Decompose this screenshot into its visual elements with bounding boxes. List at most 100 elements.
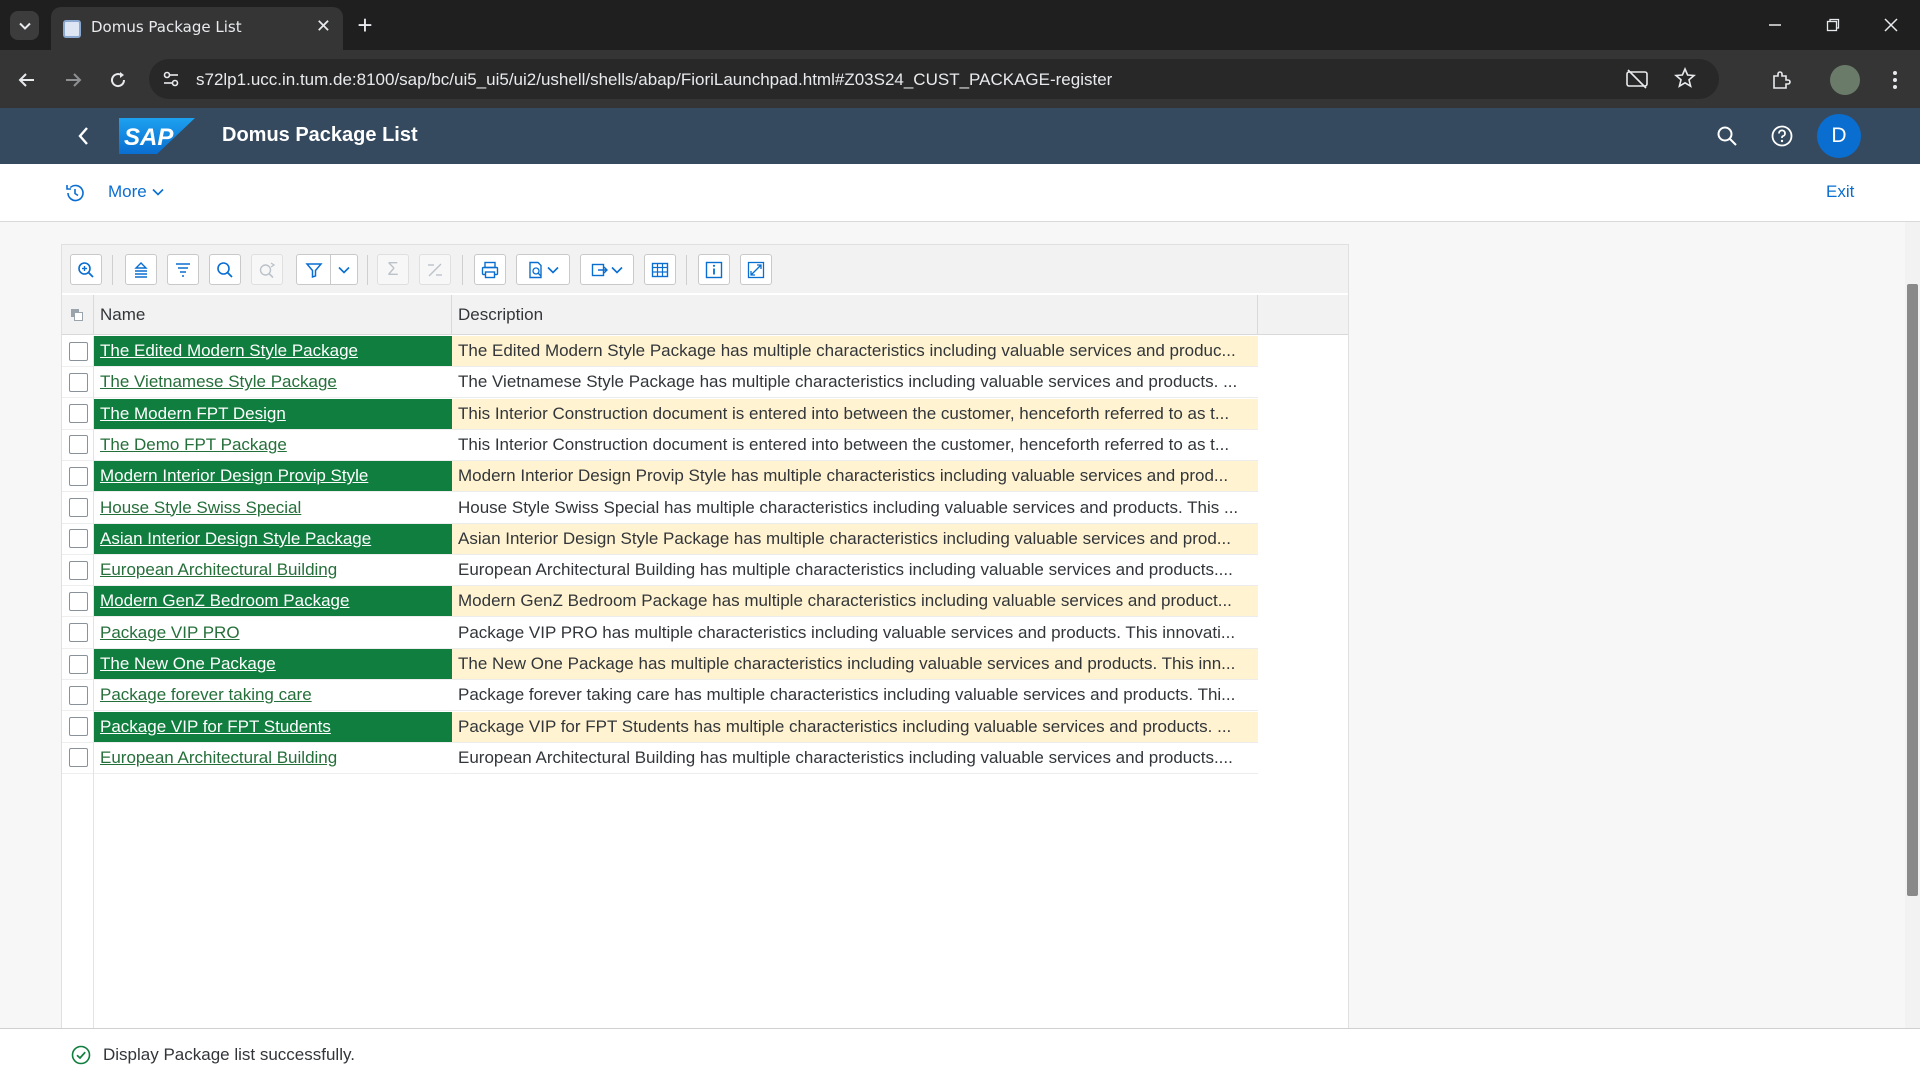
table-row[interactable]: The Edited Modern Style Package The Edite…	[62, 336, 1258, 367]
table-row[interactable]: Package forever taking care Package forev…	[62, 680, 1258, 712]
arrow-right-icon	[66, 73, 82, 87]
window-restore-button[interactable]	[1818, 10, 1848, 40]
toolbar-separator	[367, 255, 368, 285]
find-button[interactable]	[209, 254, 241, 285]
table-row[interactable]: The Modern FPT Design This Interior Const…	[62, 398, 1258, 430]
package-description-cell: House Style Swiss Special has multiple c…	[452, 492, 1258, 524]
print-button[interactable]	[474, 254, 506, 285]
package-name-link[interactable]: Modern GenZ Bedroom Package	[94, 586, 452, 618]
row-checkbox[interactable]	[68, 529, 88, 549]
package-name-link[interactable]: European Architectural Building	[94, 742, 452, 774]
row-checkbox[interactable]	[68, 685, 88, 705]
sort-descending-button[interactable]	[167, 254, 199, 285]
search-icon[interactable]	[1715, 124, 1739, 148]
bookmark-star-icon[interactable]	[1673, 66, 1697, 90]
address-bar[interactable]: s72lp1.ucc.in.tum.de:8100/sap/bc/ui5_ui5…	[149, 59, 1719, 99]
help-icon[interactable]	[1770, 124, 1794, 148]
package-description-cell: European Architectural Building has mult…	[452, 742, 1258, 774]
table-row[interactable]: Modern Interior Design Provip Style Moder…	[62, 461, 1258, 493]
export-dropdown-button[interactable]	[580, 254, 634, 285]
package-name-link[interactable]: Asian Interior Design Style Package	[94, 523, 452, 555]
row-checkbox[interactable]	[68, 654, 88, 674]
row-select-cell	[62, 555, 94, 587]
package-name-link[interactable]: Package VIP for FPT Students	[94, 711, 452, 743]
filter-dropdown-button[interactable]	[296, 254, 358, 285]
package-name-link[interactable]: The Vietnamese Style Package	[94, 367, 452, 399]
package-name-link[interactable]: Package forever taking care	[94, 680, 452, 712]
table-row[interactable]: The Vietnamese Style Package The Vietname…	[62, 367, 1258, 399]
camera-blocked-icon[interactable]	[1625, 68, 1649, 90]
table-row[interactable]: Asian Interior Design Style Package Asian…	[62, 523, 1258, 555]
site-info-icon[interactable]	[161, 69, 181, 89]
browser-forward-button[interactable]	[58, 65, 88, 95]
package-name-link[interactable]: European Architectural Building	[94, 555, 452, 587]
fullscreen-button[interactable]	[740, 254, 772, 285]
total-button[interactable]: Σ	[377, 254, 409, 285]
package-name-link[interactable]: The Modern FPT Design	[94, 398, 452, 430]
sap-logo[interactable]: SAP	[119, 118, 195, 154]
new-tab-button[interactable]: +	[350, 10, 380, 40]
profile-avatar[interactable]	[1830, 65, 1860, 95]
column-header-name[interactable]: Name	[94, 295, 452, 335]
table-row[interactable]: House Style Swiss Special House Style Swi…	[62, 492, 1258, 524]
find-next-button[interactable]	[251, 254, 283, 285]
package-name-link[interactable]: The Edited Modern Style Package	[94, 336, 452, 367]
more-menu-button[interactable]: More	[108, 182, 165, 202]
tab-search-button[interactable]	[10, 11, 39, 40]
table-row[interactable]: Package VIP for FPT Students Package VIP …	[62, 711, 1258, 743]
window-minimize-button[interactable]	[1760, 10, 1790, 40]
sort-ascending-button[interactable]	[125, 254, 157, 285]
browser-tab-active[interactable]: Domus Package List ✕	[51, 7, 343, 50]
package-description-cell: European Architectural Building has mult…	[452, 555, 1258, 587]
sap-shell-bar: SAP Domus Package List D	[0, 108, 1920, 164]
subtotal-button[interactable]	[419, 254, 451, 285]
row-checkbox[interactable]	[68, 404, 88, 424]
table-row[interactable]: The Demo FPT Package This Interior Constr…	[62, 429, 1258, 461]
success-check-icon	[71, 1045, 91, 1065]
column-header-description[interactable]: Description	[452, 295, 1258, 335]
row-select-cell	[62, 523, 94, 555]
row-checkbox[interactable]	[68, 466, 88, 486]
browser-back-button[interactable]	[12, 65, 42, 95]
package-name-link[interactable]: Package VIP PRO	[94, 617, 452, 649]
table-row[interactable]: Package VIP PRO Package VIP PRO has multi…	[62, 617, 1258, 649]
scrollbar-thumb[interactable]	[1907, 284, 1918, 896]
row-checkbox[interactable]	[68, 623, 88, 643]
find-next-icon	[259, 261, 276, 278]
row-checkbox[interactable]	[68, 748, 88, 768]
row-select-cell	[62, 398, 94, 430]
back-icon[interactable]	[72, 122, 96, 150]
package-name-link[interactable]: The Demo FPT Package	[94, 429, 452, 461]
layout-button[interactable]	[644, 254, 676, 285]
row-checkbox[interactable]	[68, 498, 88, 517]
user-avatar[interactable]: D	[1817, 114, 1861, 158]
row-checkbox[interactable]	[68, 435, 88, 455]
row-checkbox[interactable]	[68, 560, 88, 580]
url-text[interactable]: s72lp1.ucc.in.tum.de:8100/sap/bc/ui5_ui5…	[196, 70, 1112, 90]
details-button[interactable]	[70, 254, 102, 285]
package-name-link[interactable]: The New One Package	[94, 649, 452, 680]
package-name-link[interactable]: House Style Swiss Special	[94, 492, 452, 524]
row-checkbox[interactable]	[68, 591, 88, 611]
exit-button[interactable]: Exit	[1826, 182, 1854, 202]
row-checkbox[interactable]	[68, 372, 88, 392]
history-icon[interactable]	[64, 182, 86, 204]
table-row[interactable]: The New One Package The New One Package h…	[62, 649, 1258, 680]
browser-reload-button[interactable]	[103, 65, 133, 95]
views-dropdown-button[interactable]	[516, 254, 570, 285]
table-row[interactable]: Modern GenZ Bedroom Package Modern GenZ B…	[62, 586, 1258, 618]
info-button[interactable]	[698, 254, 730, 285]
browser-menu-button[interactable]	[1880, 65, 1910, 95]
package-name-link[interactable]: Modern Interior Design Provip Style	[94, 461, 452, 493]
table-row[interactable]: European Architectural Building European …	[62, 555, 1258, 587]
window-close-button[interactable]	[1876, 10, 1906, 40]
extensions-button[interactable]	[1766, 65, 1796, 95]
row-checkbox[interactable]	[68, 717, 88, 737]
table-row[interactable]: European Architectural Building European …	[62, 742, 1258, 774]
export-icon	[591, 263, 608, 276]
select-all-button[interactable]	[62, 295, 94, 335]
tab-close-icon[interactable]: ✕	[316, 16, 331, 37]
row-checkbox[interactable]	[68, 341, 88, 361]
toolbar-separator	[112, 255, 113, 285]
package-description-cell: Modern GenZ Bedroom Package has multiple…	[452, 586, 1258, 618]
